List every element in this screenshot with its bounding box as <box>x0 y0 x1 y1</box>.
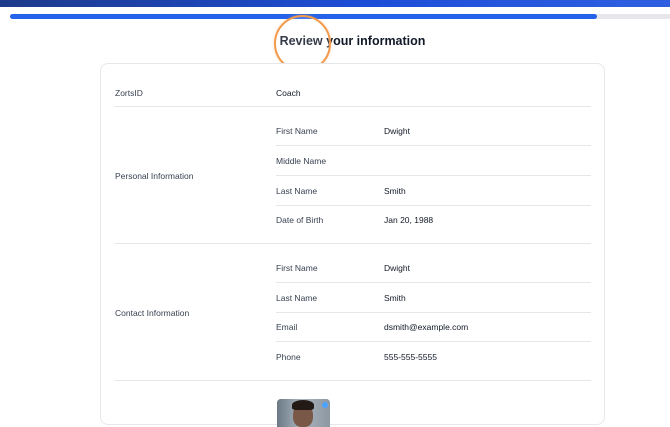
section-divider <box>114 106 591 107</box>
contact-phone-value: 555-555-5555 <box>384 352 437 362</box>
contact-email-value: dsmith@example.com <box>384 322 469 332</box>
contact-first-name-value: Dwight <box>384 263 410 273</box>
contact-email-label: Email <box>276 322 298 332</box>
personal-dob-value: Jan 20, 1988 <box>384 215 434 225</box>
zortsid-label: ZortsID <box>115 88 143 98</box>
personal-last-name-label: Last Name <box>276 186 318 196</box>
contact-last-name-value: Smith <box>384 293 406 303</box>
personal-first-name-value: Dwight <box>384 126 410 136</box>
field-divider <box>276 145 591 146</box>
top-banner-strip <box>0 0 670 7</box>
photo-badge-icon <box>322 402 328 408</box>
personal-information-label: Personal Information <box>115 171 194 181</box>
zortsid-value: Coach <box>276 88 301 98</box>
review-card: ZortsID Coach Personal Information First… <box>100 63 605 427</box>
field-divider <box>276 312 591 313</box>
profile-photo <box>277 399 330 427</box>
personal-first-name-label: First Name <box>276 126 318 136</box>
page-title: Review your information <box>279 34 426 48</box>
section-divider <box>114 243 591 244</box>
progress-bar <box>10 14 670 19</box>
contact-last-name-label: Last Name <box>276 293 318 303</box>
field-divider <box>276 205 591 206</box>
contact-phone-label: Phone <box>276 352 301 362</box>
field-divider <box>276 282 591 283</box>
contact-first-name-label: First Name <box>276 263 318 273</box>
field-divider <box>276 175 591 176</box>
field-divider <box>276 341 591 342</box>
personal-dob-label: Date of Birth <box>276 215 324 225</box>
contact-information-label: Contact Information <box>115 308 190 318</box>
personal-last-name-value: Smith <box>384 186 406 196</box>
section-divider <box>114 380 591 381</box>
personal-middle-name-label: Middle Name <box>276 156 327 166</box>
